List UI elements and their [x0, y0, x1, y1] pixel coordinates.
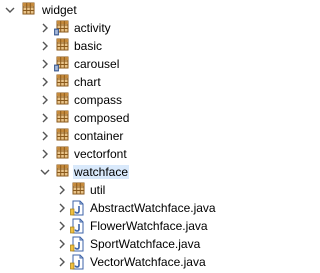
chevron-right-icon[interactable]	[56, 199, 70, 217]
package-icon	[54, 74, 70, 90]
package-icon	[54, 92, 70, 108]
chevron-right-icon[interactable]	[56, 181, 70, 199]
chevron-right-icon[interactable]	[39, 73, 53, 91]
tree-node-label: chart	[74, 75, 101, 89]
package-explorer-tree: widget activity basic carousel chart com…	[0, 0, 268, 273]
chevron-right-icon[interactable]	[39, 145, 53, 163]
tree-node-chart[interactable]: chart	[0, 73, 268, 91]
tree-node-basic[interactable]: basic	[0, 37, 268, 55]
tree-node-label: basic	[74, 39, 103, 53]
chevron-right-icon[interactable]	[39, 37, 53, 55]
package-icon	[54, 146, 70, 162]
java-file-icon	[70, 236, 86, 252]
tree-node-vectorfont[interactable]: vectorfont	[0, 145, 268, 163]
tree-node-label: compass	[74, 93, 123, 107]
chevron-right-icon[interactable]	[39, 91, 53, 109]
package-icon	[54, 20, 70, 36]
tree-node-label: FlowerWatchface.java	[90, 219, 208, 233]
tree-node-label: container	[74, 129, 124, 143]
tree-node-flowerwatchface-java[interactable]: FlowerWatchface.java	[0, 217, 268, 235]
package-icon	[54, 38, 70, 54]
tree-node-composed[interactable]: composed	[0, 109, 268, 127]
java-file-icon	[70, 200, 86, 216]
package-icon	[70, 182, 86, 198]
chevron-right-icon[interactable]	[56, 217, 70, 235]
tree-node-carousel[interactable]: carousel	[0, 55, 268, 73]
tree-node-label: util	[90, 183, 106, 197]
chevron-right-icon[interactable]	[39, 55, 53, 73]
tree-node-vectorwatchface-java[interactable]: VectorWatchface.java	[0, 253, 268, 271]
chevron-right-icon[interactable]	[56, 235, 70, 253]
tree-node-label: AbstractWatchface.java	[90, 201, 216, 215]
tree-node-label: carousel	[74, 57, 120, 71]
tree-node-label: vectorfont	[74, 147, 127, 161]
tree-node-widget[interactable]: widget	[0, 1, 268, 19]
tree-node-container[interactable]: container	[0, 127, 268, 145]
tree-node-sportwatchface-java[interactable]: SportWatchface.java	[0, 235, 268, 253]
tree-node-label: composed	[74, 111, 130, 125]
tree-node-compass[interactable]: compass	[0, 91, 268, 109]
tree-node-util[interactable]: util	[0, 181, 268, 199]
tree-node-activity[interactable]: activity	[0, 19, 268, 37]
java-file-icon	[70, 218, 86, 234]
tree-node-watchface[interactable]: watchface	[0, 163, 268, 181]
tree-node-label: activity	[74, 21, 111, 35]
tree-node-label: watchface	[73, 165, 130, 179]
java-file-icon	[70, 254, 86, 270]
tree-node-label: SportWatchface.java	[90, 237, 201, 251]
package-icon	[54, 164, 70, 180]
package-icon	[54, 56, 70, 72]
package-icon	[20, 2, 36, 18]
chevron-right-icon[interactable]	[39, 127, 53, 145]
chevron-down-icon[interactable]	[39, 163, 53, 181]
chevron-right-icon[interactable]	[39, 109, 53, 127]
tree-node-label: VectorWatchface.java	[90, 255, 206, 269]
package-icon	[54, 128, 70, 144]
chevron-right-icon[interactable]	[56, 253, 70, 271]
chevron-down-icon[interactable]	[4, 1, 18, 19]
chevron-right-icon[interactable]	[39, 19, 53, 37]
package-icon	[54, 110, 70, 126]
tree-node-abstractwatchface-java[interactable]: AbstractWatchface.java	[0, 199, 268, 217]
tree-node-label: widget	[42, 3, 77, 17]
